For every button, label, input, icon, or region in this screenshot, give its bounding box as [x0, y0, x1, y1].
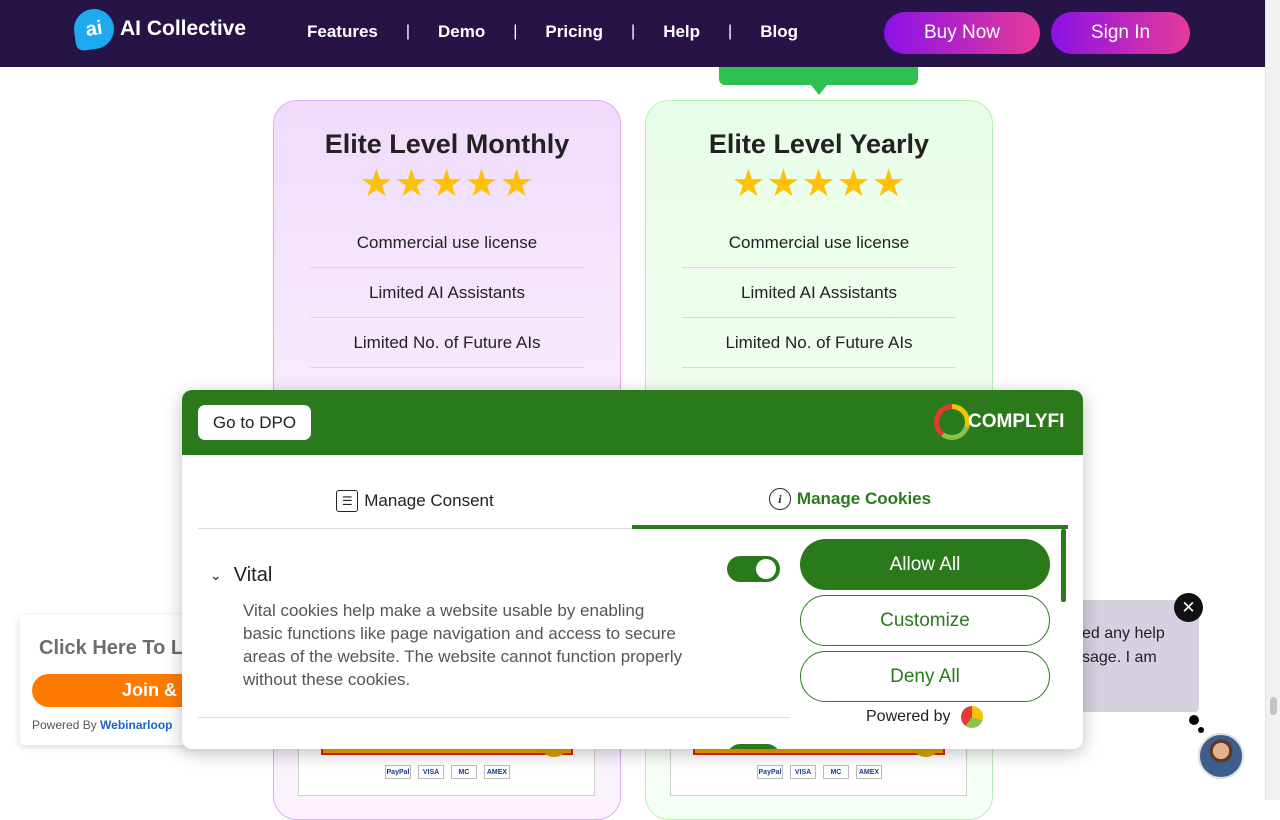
payment-logos: PayPal VISA MC AMEX	[385, 765, 510, 779]
tab-manage-consent[interactable]: ☰ Manage Consent	[198, 473, 632, 529]
cookie-consent-modal: Go to DPO COMPLYFI ☰ Manage Consent i Ma…	[182, 390, 1083, 749]
nav-separator: |	[513, 23, 518, 40]
feature-item: Limited AI Assistants	[310, 268, 584, 318]
webinar-widget: Click Here To La Join & Powered By Webin…	[20, 615, 212, 745]
nav-help[interactable]: Help	[663, 22, 700, 42]
powered-by-prefix: Powered By	[32, 718, 101, 732]
mastercard-icon: MC	[451, 765, 477, 779]
toggle-knob	[756, 559, 776, 579]
tab-label: Manage Cookies	[796, 489, 932, 508]
buy-now-button[interactable]: Buy Now	[884, 12, 1040, 54]
paypal-icon: PayPal	[757, 765, 783, 779]
nav-links: Features | Demo | Pricing | Help | Blog	[307, 22, 798, 42]
nav-features[interactable]: Features	[307, 22, 378, 42]
logo-badge-icon: ai	[71, 6, 117, 52]
tab-label: Manage Consent	[364, 490, 494, 510]
feature-item: Commercial use license	[310, 218, 584, 268]
feature-list: Commercial use license Limited AI Assist…	[682, 218, 956, 368]
feature-item: Limited AI Assistants	[682, 268, 956, 318]
deny-all-button[interactable]: Deny All	[800, 651, 1050, 702]
powered-by: Powered by	[866, 706, 983, 728]
amex-icon: AMEX	[484, 765, 510, 779]
nav-pricing[interactable]: Pricing	[545, 22, 603, 42]
amex-icon: AMEX	[856, 765, 882, 779]
mastercard-icon: MC	[823, 765, 849, 779]
visa-icon: VISA	[418, 765, 444, 779]
webinar-title[interactable]: Click Here To La	[39, 637, 194, 660]
nav-demo[interactable]: Demo	[438, 22, 485, 42]
chat-avatar[interactable]	[1198, 733, 1244, 779]
go-to-dpo-button[interactable]: Go to DPO	[198, 405, 311, 440]
feature-list: Commercial use license Limited AI Assist…	[310, 218, 584, 368]
section-divider	[198, 717, 790, 718]
chat-message: ed any help sage. I am	[1082, 625, 1165, 666]
nav-separator: |	[728, 23, 733, 40]
rating-stars-icon: ★★★★★	[359, 163, 535, 205]
info-icon: i	[768, 488, 791, 510]
powered-by-label: Powered by	[866, 708, 951, 725]
vital-description: Vital cookies help make a website usable…	[243, 601, 683, 689]
feature-item: Limited No. of Future AIs	[310, 318, 584, 368]
complyfi-logo: COMPLYFI	[934, 404, 1064, 440]
paypal-icon: PayPal	[385, 765, 411, 779]
chevron-down-icon: ⌄	[210, 567, 222, 583]
vital-title: Vital	[233, 564, 273, 586]
webinar-powered-by: Powered By Webinarloop	[32, 718, 173, 732]
typing-dot	[1189, 715, 1199, 725]
sign-in-button[interactable]: Sign In	[1051, 12, 1190, 54]
logo-text: AI Collective	[120, 17, 247, 40]
payment-logos: PayPal VISA MC AMEX	[757, 765, 882, 779]
consent-tabs: ☰ Manage Consent i Manage Cookies	[198, 473, 1068, 529]
page-scrollbar[interactable]	[1265, 0, 1280, 800]
complyfi-small-icon	[960, 706, 983, 728]
top-navbar: ai AI Collective Features | Demo | Prici…	[0, 0, 1265, 67]
modal-scrollbar[interactable]	[1061, 529, 1066, 602]
nav-separator: |	[631, 23, 636, 40]
webinarloop-link[interactable]: Webinarloop	[100, 718, 172, 732]
nav-blog[interactable]: Blog	[760, 22, 798, 42]
plan-title: Elite Level Yearly	[708, 129, 930, 159]
typing-dot	[1198, 727, 1204, 733]
feature-item: Commercial use license	[682, 218, 956, 268]
document-list-icon: ☰	[336, 489, 359, 512]
visa-icon: VISA	[790, 765, 816, 779]
modal-header: Go to DPO COMPLYFI	[182, 390, 1083, 455]
complyfi-brand: COMPLYFI	[968, 411, 1065, 432]
chat-close-icon[interactable]: ✕	[1174, 593, 1203, 622]
rating-stars-icon: ★★★★★	[731, 163, 907, 205]
vital-toggle[interactable]	[727, 556, 780, 582]
site-logo[interactable]: ai AI Collective	[71, 6, 247, 52]
tab-manage-cookies[interactable]: i Manage Cookies	[632, 473, 1068, 529]
nav-separator: |	[405, 23, 411, 40]
feature-item: Limited No. of Future AIs	[682, 318, 956, 368]
plan-title: Elite Level Monthly	[324, 129, 570, 159]
vital-section-header[interactable]: ⌄ Vital	[210, 564, 272, 587]
complyfi-check-icon	[934, 404, 970, 440]
best-value-badge-tip	[719, 67, 918, 95]
next-category-toggle[interactable]	[727, 744, 780, 749]
allow-all-button[interactable]: Allow All	[800, 539, 1050, 590]
customize-button[interactable]: Customize	[800, 595, 1050, 646]
scrollbar-thumb[interactable]	[1270, 697, 1277, 715]
